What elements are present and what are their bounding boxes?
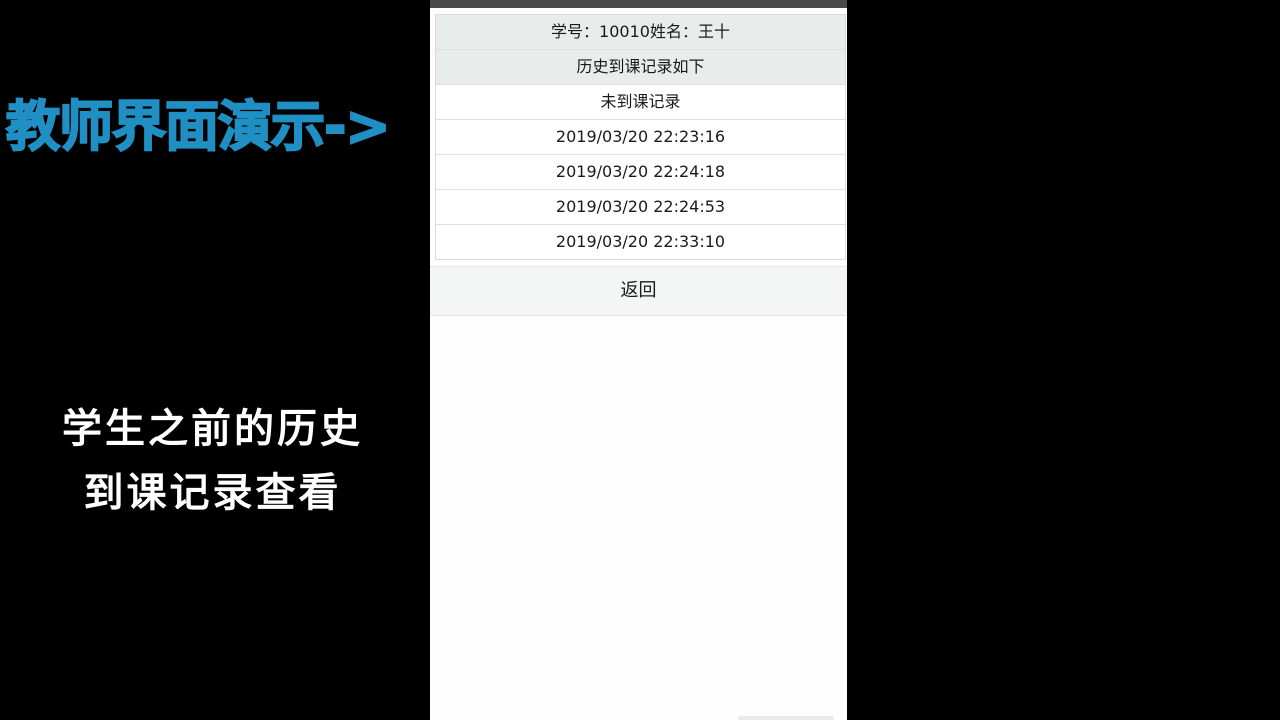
phone-screen: 学号：10010姓名：王十 历史到课记录如下 未到课记录 2019/03/20 … bbox=[430, 0, 847, 720]
record-row: 2019/03/20 22:23:16 bbox=[436, 120, 845, 155]
video-frame: 教师界面演示-> 学生之前的历史 到课记录查看 学号：10010姓名：王十 历史… bbox=[0, 0, 1280, 720]
history-heading-row: 历史到课记录如下 bbox=[436, 50, 845, 85]
overlay-title: 教师界面演示-> bbox=[5, 94, 392, 159]
status-bar bbox=[430, 0, 847, 8]
attendance-record-table: 学号：10010姓名：王十 历史到课记录如下 未到课记录 2019/03/20 … bbox=[435, 14, 846, 260]
record-row: 2019/03/20 22:24:53 bbox=[436, 190, 845, 225]
overlay-caption-line1: 学生之前的历史 bbox=[62, 405, 363, 452]
record-row: 2019/03/20 22:33:10 bbox=[555, 232, 726, 251]
overlay-caption-line2: 到课记录查看 bbox=[83, 469, 342, 516]
record-row: 2019/03/20 22:24:18 bbox=[436, 155, 845, 190]
student-info-row: 学号：10010姓名：王十 bbox=[436, 15, 845, 50]
back-button[interactable]: 返回 bbox=[430, 266, 847, 316]
bottom-edge-hint bbox=[738, 716, 834, 720]
absence-heading-row: 未到课记录 bbox=[436, 85, 845, 120]
